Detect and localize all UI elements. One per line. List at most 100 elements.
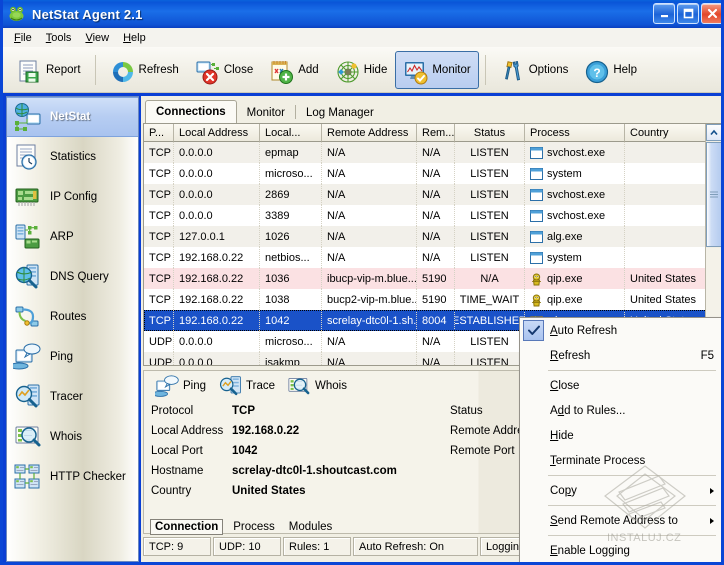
table-header: P... Local Address Local... Remote Addre… <box>144 124 721 142</box>
column-header-local-address[interactable]: Local Address <box>174 124 260 142</box>
status-pane-auto-refresh: Auto Refresh: On <box>353 537 478 556</box>
menu-item-terminate-process[interactable]: Terminate Process <box>520 448 722 473</box>
maximize-icon[interactable] <box>677 3 699 24</box>
details-tab-process[interactable]: Process <box>229 520 279 534</box>
menu-item-close[interactable]: Close <box>520 373 722 398</box>
window-icon <box>530 168 543 180</box>
cell-local-port: microso... <box>260 331 322 352</box>
toolbar-label: Report <box>46 64 81 76</box>
toolbar-button-close[interactable]: Close <box>187 51 261 89</box>
menu-file[interactable]: File <box>7 30 39 46</box>
details-tab-connection[interactable]: Connection <box>150 519 223 535</box>
cell-remote-port: N/A <box>417 142 455 163</box>
window-icon <box>530 252 543 264</box>
menu-item-enable-logging[interactable]: Enable Logging <box>520 538 722 563</box>
menu-item-send-remote-address-to[interactable]: Send Remote Address to <box>520 508 722 533</box>
toolbar-button-report[interactable]: Report <box>9 51 89 89</box>
tab-log-manager[interactable]: Log Manager <box>296 102 384 123</box>
cell-remote-address: N/A <box>322 331 417 352</box>
cell-country <box>625 205 707 226</box>
menu-view[interactable]: View <box>78 30 116 46</box>
sidebar-item-label: DNS Query <box>50 271 109 283</box>
tab-label: Log Manager <box>306 107 374 119</box>
close-connection-icon <box>195 59 219 81</box>
table-row[interactable]: TCP0.0.0.0microso...N/AN/ALISTENsystem <box>144 163 721 184</box>
tab-monitor[interactable]: Monitor <box>237 102 295 123</box>
toolbar-button-options[interactable]: Options <box>492 51 577 89</box>
cell-local-address: 0.0.0.0 <box>174 142 260 163</box>
table-row[interactable]: TCP0.0.0.03389N/AN/ALISTENsvchost.exe <box>144 205 721 226</box>
menu-item-copy[interactable]: Copy <box>520 478 722 503</box>
menu-item-auto-refresh[interactable]: Auto Refresh <box>520 318 722 343</box>
details-tab-modules[interactable]: Modules <box>285 520 336 534</box>
details-ping-button[interactable]: Ping <box>150 375 211 397</box>
table-row[interactable]: TCP0.0.0.0epmapN/AN/ALISTENsvchost.exe <box>144 142 721 163</box>
column-header-process[interactable]: Process <box>525 124 625 142</box>
process-name: system <box>547 168 582 180</box>
sidebar-item-arp[interactable]: ARP <box>7 217 138 257</box>
sidebar-item-ip-config[interactable]: IP Config <box>7 177 138 217</box>
menu-item-label: Terminate Process <box>550 455 645 467</box>
sidebar-item-statistics[interactable]: Statistics <box>7 137 138 177</box>
details-tab-bar: Connection Process Modules <box>150 519 336 535</box>
local-address-value: 192.168.0.22 <box>232 425 450 437</box>
frog-icon <box>8 5 26 23</box>
menu-help[interactable]: Help <box>116 30 153 46</box>
column-header-local-port[interactable]: Local... <box>260 124 322 142</box>
toolbar-button-add[interactable]: Add <box>261 51 326 89</box>
sidebar-item-http-checker[interactable]: HTTP Checker <box>7 457 138 497</box>
toolbar-button-help[interactable]: ? Help <box>576 51 645 89</box>
menu-item-shortcut: F5 <box>701 350 714 362</box>
menu-item-add-to-rules[interactable]: Add to Rules... <box>520 398 722 423</box>
toolbar-label: Options <box>529 64 569 76</box>
sidebar-item-netstat[interactable]: NetStat <box>7 97 138 137</box>
tab-connections[interactable]: Connections <box>145 100 237 123</box>
sidebar-item-whois[interactable]: Whois <box>7 417 138 457</box>
column-header-status[interactable]: Status <box>455 124 525 142</box>
column-header-remote-port[interactable]: Rem... <box>417 124 455 142</box>
ping-tool-icon <box>155 375 179 397</box>
hostname-label: Hostname <box>144 465 232 477</box>
menu-item-hide[interactable]: Hide <box>520 423 722 448</box>
cell-status: LISTEN <box>455 205 525 226</box>
column-header-remote-address[interactable]: Remote Address <box>322 124 417 142</box>
close-icon[interactable] <box>701 3 723 24</box>
menu-item-refresh[interactable]: Refresh F5 <box>520 343 722 368</box>
monitor-icon <box>403 59 427 81</box>
table-row[interactable]: TCP192.168.0.221038bucp2-vip-m.blue...51… <box>144 289 721 310</box>
sidebar-item-tracer[interactable]: Tracer <box>7 377 138 417</box>
table-row[interactable]: TCP127.0.0.11026N/AN/ALISTENalg.exe <box>144 226 721 247</box>
toolbar-button-monitor[interactable]: Monitor <box>395 51 478 89</box>
table-row[interactable]: TCP0.0.0.02869N/AN/ALISTENsvchost.exe <box>144 184 721 205</box>
column-header-protocol[interactable]: P... <box>144 124 174 142</box>
sidebar: NetStat Statistics <box>6 96 139 562</box>
sidebar-item-ping[interactable]: Ping <box>7 337 138 377</box>
menu-tools[interactable]: Tools <box>39 30 79 46</box>
cell-local-port: epmap <box>260 142 322 163</box>
menu-item-label: Refresh <box>550 350 590 362</box>
process-name: svchost.exe <box>547 189 605 201</box>
toolbar-button-refresh[interactable]: Refresh <box>102 51 187 89</box>
cell-local-address: 0.0.0.0 <box>174 163 260 184</box>
process-name: qip.exe <box>547 273 582 285</box>
column-header-country[interactable]: Country <box>625 124 707 142</box>
details-whois-button[interactable]: Whois <box>282 375 352 397</box>
scroll-up-icon[interactable] <box>706 124 722 141</box>
sidebar-item-dns-query[interactable]: DNS Query <box>7 257 138 297</box>
table-row[interactable]: TCP192.168.0.22netbios...N/AN/ALISTENsys… <box>144 247 721 268</box>
http-checker-icon <box>13 462 43 492</box>
toolbar-button-hide[interactable]: Hide <box>327 51 396 89</box>
details-tool-label: Whois <box>315 380 347 392</box>
process-name: qip.exe <box>547 294 582 306</box>
sidebar-item-label: ARP <box>50 231 74 243</box>
minimize-icon[interactable] <box>653 3 675 24</box>
cell-remote-address: N/A <box>322 163 417 184</box>
refresh-icon <box>110 59 134 81</box>
table-row[interactable]: TCP192.168.0.221036ibucp-vip-m.blue....5… <box>144 268 721 289</box>
cell-process: system <box>525 163 625 184</box>
details-trace-button[interactable]: Trace <box>213 375 280 397</box>
cell-local-address: 0.0.0.0 <box>174 331 260 352</box>
sidebar-item-routes[interactable]: Routes <box>7 297 138 337</box>
scrollbar-thumb[interactable] <box>706 142 722 247</box>
cell-local-port: 1026 <box>260 226 322 247</box>
